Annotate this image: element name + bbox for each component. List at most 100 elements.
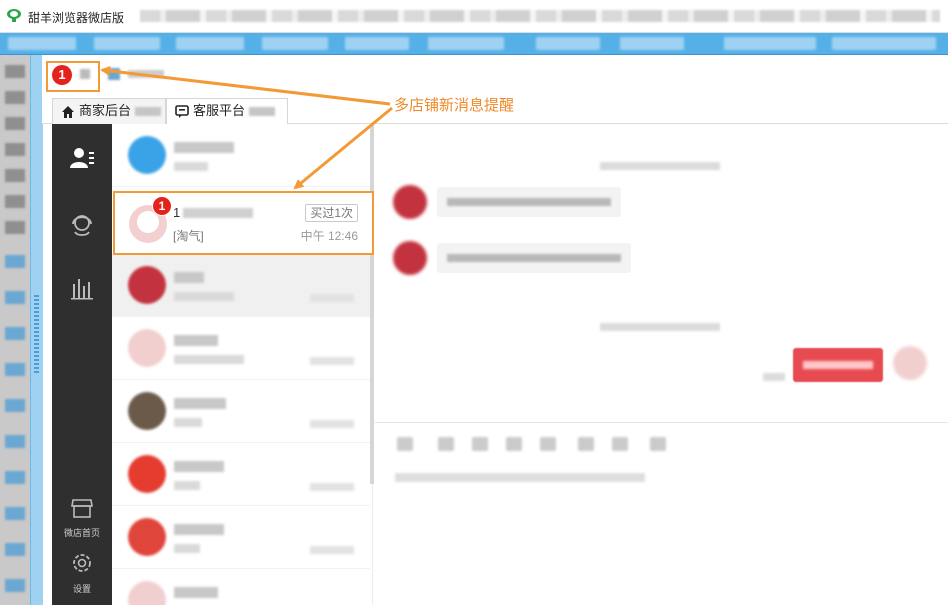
window-titlebar: 甜羊浏览器微店版 (0, 0, 948, 33)
bookmark-item[interactable] (345, 37, 409, 50)
tool-icon[interactable] (5, 471, 25, 484)
order-icon[interactable] (540, 437, 556, 451)
last-message (174, 162, 208, 171)
tool-icon[interactable] (5, 399, 25, 412)
app-logo-icon (7, 9, 21, 22)
conversation-scrollbar[interactable] (370, 124, 374, 484)
list-item[interactable] (112, 506, 370, 569)
sidebar-item-service[interactable] (52, 210, 112, 241)
tool-icon[interactable] (5, 143, 25, 156)
seller-avatar (893, 346, 927, 380)
read-status (763, 373, 785, 381)
tool-icon[interactable] (5, 543, 25, 556)
purchase-count-tag: 买过1次 (305, 204, 358, 222)
transfer-icon[interactable] (650, 437, 666, 451)
shop-icon[interactable] (506, 437, 522, 451)
bookmark-item[interactable] (620, 37, 684, 50)
tool-icon[interactable] (5, 507, 25, 520)
avatar (128, 518, 166, 556)
bookmark-item[interactable] (428, 37, 504, 50)
contact-name (174, 587, 218, 598)
bookmark-item[interactable] (8, 37, 76, 50)
panel-splitter[interactable] (30, 55, 43, 605)
sidebar-item-contacts[interactable] (52, 146, 112, 173)
image-icon[interactable] (438, 437, 454, 451)
sidebar-item-stats[interactable] (52, 276, 112, 303)
sidebar-item-store[interactable] (52, 498, 112, 521)
tool-icon[interactable] (5, 363, 25, 376)
tab-customer-service[interactable]: 客服平台 (166, 98, 288, 125)
tab-label: 客服平台 (193, 103, 246, 118)
bookmark-item[interactable] (94, 37, 160, 50)
tab-label: 商家后台 (79, 103, 132, 118)
bookmark-item[interactable] (832, 37, 936, 50)
blurred-tabs-strip (140, 10, 940, 22)
list-item[interactable] (112, 254, 370, 317)
sidebar-item-settings[interactable] (52, 552, 112, 577)
tab-extra (135, 107, 162, 117)
left-tool-strip (0, 55, 30, 605)
list-item[interactable] (112, 569, 370, 605)
tool-icon[interactable] (5, 291, 25, 304)
sidebar-item-label: 微店首页 (63, 528, 100, 538)
shop-tab-label (128, 70, 164, 78)
bookmark-item[interactable] (724, 37, 816, 50)
incoming-message (437, 187, 621, 217)
last-message (174, 544, 200, 553)
bookmark-item[interactable] (536, 37, 600, 50)
annotation-label: 多店铺新消息提醒 (394, 97, 515, 114)
settings-gear-icon (73, 554, 91, 572)
tool-icon[interactable] (5, 221, 25, 234)
tool-icon[interactable] (5, 169, 25, 182)
tool-icon[interactable] (5, 91, 25, 104)
tool-icon[interactable] (5, 117, 25, 130)
tool-icon[interactable] (5, 579, 25, 592)
avatar (128, 266, 166, 304)
list-item[interactable] (112, 380, 370, 443)
contact-name (174, 461, 224, 472)
unread-badge: 1 (152, 196, 172, 216)
window-title: 甜羊浏览器微店版 (28, 11, 125, 25)
bookmark-item[interactable] (262, 37, 328, 50)
tool-icon[interactable] (5, 327, 25, 340)
contact-name-prefix: 1 (173, 205, 181, 220)
shop-tab-2[interactable] (102, 64, 172, 84)
list-item[interactable] (112, 443, 370, 506)
message-text (803, 361, 873, 369)
contact-name (174, 398, 226, 409)
list-item[interactable] (112, 124, 370, 187)
bookmark-item[interactable] (176, 37, 244, 50)
shop-icon (108, 68, 120, 80)
incoming-message (437, 243, 631, 273)
tool-icon[interactable] (5, 255, 25, 268)
chat-input-area[interactable] (395, 473, 645, 482)
list-item[interactable] (112, 317, 370, 380)
message-time (310, 483, 354, 491)
last-message (174, 292, 234, 301)
highlighted-conversation[interactable]: 1 1 买过1次 [淘气] 中午 12:46 (113, 191, 374, 255)
bar-chart-icon (71, 279, 93, 300)
avatar (128, 392, 166, 430)
tool-icon[interactable] (5, 195, 25, 208)
last-message (174, 355, 244, 364)
splitter-grip[interactable] (34, 295, 39, 375)
coupon-icon[interactable] (578, 437, 594, 451)
screenshot-icon[interactable] (612, 437, 628, 451)
tab-merchant-backend[interactable]: 商家后台 (52, 98, 166, 125)
message-time (310, 357, 354, 365)
tool-icon[interactable] (5, 65, 25, 78)
tool-icon[interactable] (5, 435, 25, 448)
folder-icon[interactable] (472, 437, 488, 451)
chat-input-divider (375, 422, 948, 423)
customer-avatar (393, 241, 427, 275)
last-message (174, 418, 202, 427)
contacts-icon (70, 148, 94, 168)
avatar (128, 455, 166, 493)
contact-name (174, 272, 204, 283)
service-sidebar: 微店首页 设置 (52, 124, 112, 605)
emoji-icon[interactable] (397, 437, 413, 451)
store-icon (71, 499, 93, 518)
bookmarks-bar[interactable] (0, 33, 948, 55)
chat-timestamp (600, 162, 720, 170)
shop-switcher-bar (42, 55, 948, 96)
